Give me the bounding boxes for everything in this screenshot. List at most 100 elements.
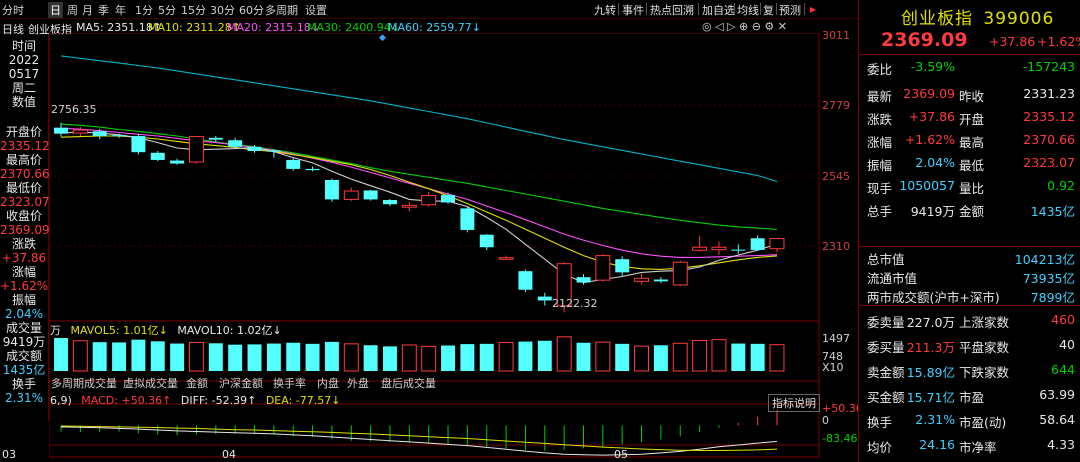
add-favorite-button[interactable]: 加自选 <box>702 2 735 18</box>
quote-row: 涨幅 +1.62% 最高 2370.66 <box>859 128 1080 151</box>
weekday-value: 周二 <box>11 81 36 95</box>
candle-body-down <box>731 249 746 251</box>
x-axis-label: 03 <box>2 448 16 461</box>
candle-body-down <box>228 140 243 147</box>
candle-body-up <box>711 246 727 251</box>
quote-label: 买金额 <box>867 390 905 405</box>
candle-body-down <box>305 168 320 171</box>
tab-5min[interactable]: 5分 <box>158 2 176 18</box>
quote-value: 63.99 <box>1039 387 1075 402</box>
volume-bar <box>421 345 437 372</box>
candle-body-up <box>692 246 708 251</box>
tab-turnover[interactable]: 换手率 <box>273 375 306 391</box>
tab-after-hours-volume[interactable]: 盘后成交量 <box>381 375 436 391</box>
volume-bar <box>363 345 378 371</box>
volume-axis-unit: X10 <box>822 361 844 374</box>
events-button[interactable]: 事件 <box>622 2 644 18</box>
quote-value: 40 <box>1059 337 1075 352</box>
quote-label: 平盘家数 <box>959 340 1010 355</box>
candle-body-down <box>441 194 455 203</box>
amplitude-label: 振幅 <box>11 293 36 307</box>
tab-quarterly[interactable]: 季 <box>98 2 109 18</box>
tab-15min[interactable]: 15分 <box>181 2 206 18</box>
more-icon[interactable]: ▸ <box>810 2 816 16</box>
macd-axis-bottom: -83.46 <box>822 432 858 445</box>
quote-label: 均价 <box>867 440 893 455</box>
volume-bar <box>769 344 785 372</box>
tab-shsz-amount[interactable]: 沪深金额 <box>219 375 263 391</box>
tab-inner[interactable]: 内盘 <box>317 375 339 391</box>
tab-daily[interactable]: 日 <box>48 2 63 18</box>
quote-value: 9419万 <box>910 204 955 219</box>
ma-lines-button[interactable]: 均线 <box>737 2 759 18</box>
candle-body-up <box>72 129 88 134</box>
quote-label: 委卖量 <box>867 315 905 330</box>
quote-label: 市盈(动) <box>959 415 1007 430</box>
tab-60min[interactable]: 60分 <box>239 2 264 18</box>
candle-body-down <box>363 190 378 200</box>
hotspot-review-button[interactable]: 热点回溯 <box>650 2 694 18</box>
indicator-help-button[interactable]: 指标说明 <box>768 394 820 412</box>
volume-bar <box>498 341 514 372</box>
value-label: 数值 <box>11 95 36 109</box>
quote-row: 现手 1050057 量比 0.92 <box>859 174 1080 197</box>
quote-value: 211.3万 <box>906 340 955 355</box>
volume-bar <box>247 344 262 371</box>
mavol5-label: MAVOL5: 1.01亿↓ <box>70 324 168 337</box>
quote-value: +37.86 <box>908 109 955 124</box>
dea-value: DEA: -77.57↓ <box>265 394 341 407</box>
quote-label: 最高 <box>959 135 985 150</box>
tab-settings[interactable]: 设置 <box>305 2 327 18</box>
dea-line <box>60 425 778 451</box>
tab-multi-volume[interactable]: 多周期成交量 <box>51 375 117 391</box>
tab-yearly[interactable]: 年 <box>115 2 126 18</box>
ma-legend: 日线 创业板指 MA5: 2351.18↑ MA10: 2311.28↑ MA2… <box>0 19 840 36</box>
volume-bar <box>441 345 455 371</box>
quote-value: 1435亿 <box>1030 204 1075 219</box>
quote-row: 均价 24.16 市净率 4.33 <box>859 433 1080 456</box>
low-annotation: 2122.32 <box>552 297 598 310</box>
toolbar-icons[interactable]: ◎ ◁ ▷ ⊕ ⊖ ⚙ ✕ <box>702 20 787 33</box>
volume-value: 9419万 <box>2 335 46 349</box>
quote-row: 换手 2.31% 市盈(动) 58.64 <box>859 408 1080 431</box>
volume-bar <box>383 346 397 371</box>
tab-30min[interactable]: 30分 <box>210 2 235 18</box>
forecast-button[interactable]: 预测 <box>779 2 801 18</box>
ma-line-ma5 <box>60 131 778 284</box>
adjust-button[interactable]: 复 <box>763 2 774 18</box>
candle-body-down <box>750 238 765 250</box>
low-value: 2323.07 <box>0 195 50 209</box>
volume-bar <box>54 337 68 371</box>
volume-bar <box>112 342 127 371</box>
candle-body-up <box>769 238 785 250</box>
tab-multi-period[interactable]: 多周期 <box>265 2 298 18</box>
tab-weekly[interactable]: 周 <box>67 2 78 18</box>
candle-body-down <box>479 234 494 248</box>
quote-value: 58.64 <box>1039 412 1075 427</box>
quote-value: 2.31% <box>915 412 955 427</box>
tab-1min[interactable]: 1分 <box>135 2 153 18</box>
quote-value: 15.89亿 <box>906 365 955 380</box>
tab-virtual-volume[interactable]: 虚拟成交量 <box>123 375 178 391</box>
volume-bar <box>266 343 281 371</box>
tab-amount[interactable]: 金额 <box>186 375 208 391</box>
ma-line-ma20 <box>60 127 778 258</box>
tab-intraday[interactable]: 分时 <box>2 2 24 18</box>
jiuzhuan-button[interactable]: 九转 <box>594 2 616 18</box>
period-toolbar: 分时 日 周 月 季 年 1分 5分 15分 30分 60分 多周期 设置 九转… <box>0 0 858 19</box>
index-code: 399006 <box>983 9 1055 29</box>
quote-row: 卖金额 15.89亿 下跌家数 644 <box>859 358 1080 381</box>
candle-body-down <box>537 296 552 301</box>
quote-label: 委比 <box>867 62 893 77</box>
tab-monthly[interactable]: 月 <box>82 2 93 18</box>
quote-label: 现手 <box>867 181 893 196</box>
market-cap-row: 两市成交额(沪市+深市) 7899亿 <box>859 285 1080 305</box>
x-axis-label: 04 <box>222 448 236 461</box>
volume-bar <box>324 341 339 371</box>
candle-body-down <box>266 150 281 152</box>
macd-value: MACD: +50.36↑ <box>81 394 172 407</box>
tab-outer[interactable]: 外盘 <box>347 375 369 391</box>
change-label: 涨跌 <box>11 237 36 251</box>
volume-bar <box>653 345 668 371</box>
quote-value: 0.92 <box>1047 178 1075 193</box>
